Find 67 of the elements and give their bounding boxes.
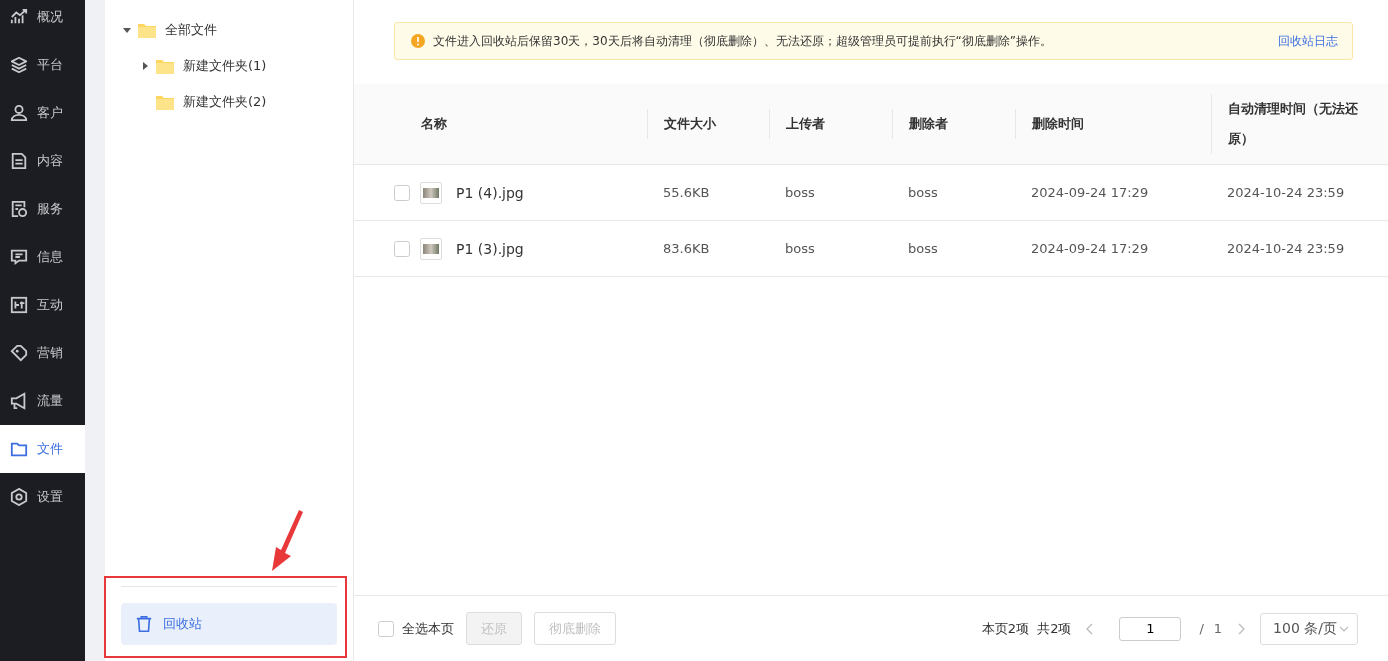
caret-icon[interactable] <box>123 26 131 34</box>
nav-item[interactable]: 概况 <box>0 0 85 41</box>
table-cell-text: boss <box>907 241 939 256</box>
select-all-label[interactable]: 全选本页 <box>402 619 454 638</box>
column-header: 上传者 <box>769 109 892 139</box>
nav-item[interactable]: 服务 <box>0 185 85 233</box>
table-cell-text: 2024-09-24 17:29 <box>1030 185 1150 200</box>
megaphone-icon <box>10 392 28 410</box>
chart-icon <box>10 8 28 26</box>
table-cell-text: 2024-09-24 17:29 <box>1030 241 1150 256</box>
page-separator: / <box>1199 621 1204 636</box>
file-name[interactable]: P1 (3).jpg <box>456 240 524 257</box>
user-icon <box>10 104 28 122</box>
nav-item[interactable]: 营销 <box>0 329 85 377</box>
folder-icon <box>155 93 175 111</box>
nav-item[interactable]: 客户 <box>0 89 85 137</box>
table-cell-text: 2024-10-24 23:59 <box>1226 241 1346 256</box>
message-icon <box>10 248 28 266</box>
table-cell-text: boss <box>907 185 939 200</box>
table-cell-text: boss <box>784 241 816 256</box>
image-thumbnail <box>420 181 442 204</box>
caret-icon[interactable] <box>141 62 149 70</box>
item-count: 本页2项 共2项 <box>981 619 1072 638</box>
row-checkbox[interactable] <box>394 240 410 257</box>
trash-icon <box>135 615 153 633</box>
annotation-arrow <box>272 510 303 571</box>
image-thumbnail <box>420 237 442 260</box>
folder-icon <box>10 440 28 458</box>
folder-tree-item[interactable]: 全部文件 <box>105 12 353 48</box>
notice-text: 文件进入回收站后保留30天，30天后将自动清理（彻底删除）、无法还原；超级管理员可提前执行“彻底删除”操作。 <box>433 32 1053 50</box>
nav-item[interactable]: 互动 <box>0 281 85 329</box>
folder-tree-item[interactable]: 新建文件夹(1) <box>105 48 353 84</box>
nav-item[interactable]: 文件 <box>0 425 85 473</box>
document-icon <box>10 152 28 170</box>
column-header: 自动清理时间（无法还原） <box>1211 94 1388 154</box>
nav-item[interactable]: 平台 <box>0 41 85 89</box>
table-cell-text: boss <box>784 185 816 200</box>
nav-item[interactable]: 流量 <box>0 377 85 425</box>
chevron-down-icon <box>1339 624 1349 633</box>
select-all-checkbox[interactable] <box>378 620 394 637</box>
interaction-icon <box>10 296 28 314</box>
recycle-log-link[interactable]: 回收站日志 <box>1278 32 1338 50</box>
nav-item[interactable]: 设置 <box>0 473 85 521</box>
page-size-select[interactable]: 100 条/页 <box>1260 612 1358 645</box>
tag-icon <box>10 344 28 362</box>
warning-icon <box>411 34 425 48</box>
page-input[interactable]: 1 <box>1119 616 1182 641</box>
column-header: 删除者 <box>892 109 1015 139</box>
folder-tree-item[interactable]: 新建文件夹(2) <box>105 84 353 120</box>
table-cell-text: 55.6KB <box>662 185 711 200</box>
row-checkbox[interactable] <box>394 184 410 201</box>
table-cell-text: 2024-10-24 23:59 <box>1226 185 1346 200</box>
table-cell-text: 83.6KB <box>662 241 711 256</box>
total-pages: 1 <box>1213 621 1223 636</box>
document-clock-icon <box>10 200 28 218</box>
next-page-icon[interactable] <box>1236 622 1247 635</box>
column-header: 名称 <box>420 115 448 133</box>
file-name[interactable]: P1 (4).jpg <box>456 184 524 201</box>
recycle-bin-item[interactable]: 回收站 <box>121 603 337 645</box>
settings-icon <box>10 488 28 506</box>
column-header: 删除时间 <box>1015 109 1211 139</box>
layers-icon <box>10 56 28 74</box>
nav-item[interactable]: 信息 <box>0 233 85 281</box>
folder-icon <box>137 21 157 39</box>
nav-item[interactable]: 内容 <box>0 137 85 185</box>
folder-icon <box>155 57 175 75</box>
column-header: 文件大小 <box>647 109 769 139</box>
